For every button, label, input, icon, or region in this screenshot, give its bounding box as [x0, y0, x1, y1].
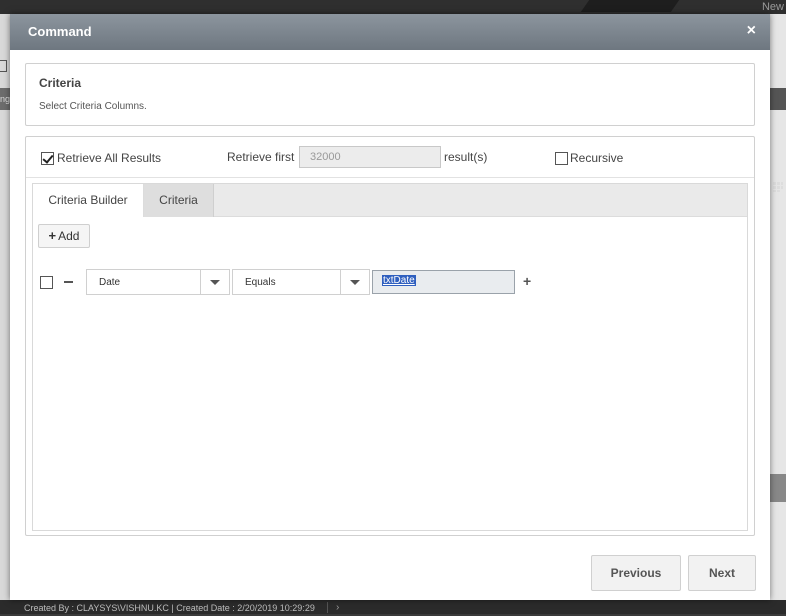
tab-strip: Criteria Builder Criteria: [33, 184, 747, 217]
background-new-link[interactable]: New: [762, 0, 786, 13]
chevron-down-icon[interactable]: [340, 270, 369, 294]
column-select[interactable]: Date: [86, 269, 230, 295]
minus-icon[interactable]: [64, 281, 73, 283]
criteria-tab-area: Criteria Builder Criteria + Add Date Equa…: [32, 183, 748, 531]
tab-criteria[interactable]: Criteria: [144, 184, 214, 217]
tab-criteria-builder[interactable]: Criteria Builder: [33, 184, 144, 217]
plus-icon[interactable]: +: [523, 273, 531, 289]
chevron-right-icon[interactable]: ›: [336, 600, 339, 615]
criteria-heading: Criteria: [39, 76, 82, 90]
retrieve-first-label: Retrieve first: [227, 150, 295, 164]
add-button-label: Add: [58, 229, 80, 243]
status-footer: Created By : CLAYSYS\VISHNU.KC | Created…: [0, 600, 786, 614]
grid-icon[interactable]: [773, 182, 783, 192]
command-dialog: Command × Criteria Select Criteria Colum…: [10, 14, 770, 600]
background-right-band: [770, 88, 786, 192]
recursive-label[interactable]: Recursive: [570, 151, 623, 165]
plus-icon: +: [48, 228, 57, 243]
background-left-band: ng: [0, 88, 10, 110]
previous-button[interactable]: Previous: [591, 555, 681, 591]
criteria-info-panel: Criteria Select Criteria Columns.: [25, 63, 755, 126]
retrieve-first-input[interactable]: [299, 146, 441, 168]
criteria-value-text: txtDate: [382, 275, 416, 286]
add-criteria-button[interactable]: + Add: [38, 224, 90, 248]
operator-select-value: Equals: [245, 277, 276, 288]
next-button[interactable]: Next: [688, 555, 756, 591]
criteria-row: Date Equals txtDate +: [33, 269, 747, 295]
recursive-checkbox[interactable]: [555, 152, 568, 165]
dialog-header: Command ×: [10, 14, 770, 50]
retrieve-options-row: Retrieve All Results Retrieve first resu…: [26, 137, 754, 178]
retrieve-all-label[interactable]: Retrieve All Results: [57, 151, 161, 165]
background-left-icon: [0, 60, 7, 72]
operator-select[interactable]: Equals: [232, 269, 370, 295]
results-suffix-label: result(s): [444, 150, 488, 164]
background-decoration: [580, 0, 680, 12]
retrieve-all-checkbox[interactable]: [41, 152, 54, 165]
column-select-value: Date: [99, 277, 121, 288]
chevron-down-icon[interactable]: [200, 270, 229, 294]
criteria-main-panel: Retrieve All Results Retrieve first resu…: [25, 136, 755, 536]
close-icon[interactable]: ×: [747, 23, 756, 39]
row-select-checkbox[interactable]: [40, 276, 53, 289]
dialog-title: Command: [28, 24, 92, 39]
criteria-description: Select Criteria Columns.: [39, 101, 147, 112]
criteria-value-input[interactable]: txtDate: [372, 270, 515, 294]
footer-separator: [327, 602, 328, 613]
background-right-band-lower: [770, 474, 786, 502]
